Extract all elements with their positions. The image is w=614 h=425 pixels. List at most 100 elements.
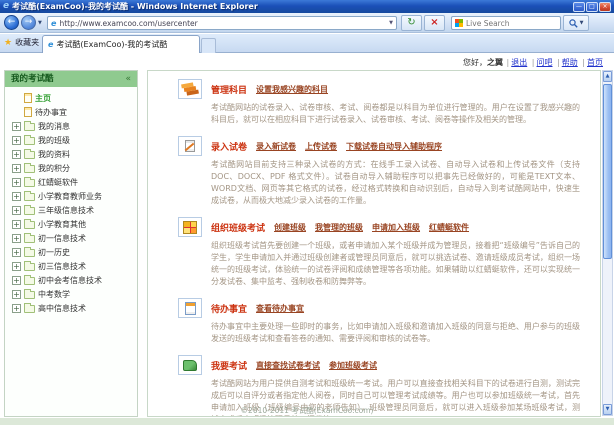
title-bar: e 考试酷(ExamCoo)-我的考试酷 - Windows Internet … xyxy=(0,0,614,13)
sidebar-item[interactable]: + 主页 xyxy=(5,91,137,105)
tree-expander-icon[interactable]: + xyxy=(12,206,21,215)
sidebar-item[interactable]: + 初中会考信息技术 xyxy=(5,273,137,287)
history-dropdown-icon[interactable]: ▼ xyxy=(38,20,42,26)
tree-expander-icon[interactable]: + xyxy=(12,248,21,257)
vertical-scrollbar[interactable]: ▲ ▼ xyxy=(602,70,613,416)
sidebar-item[interactable]: + 初一信息技术 xyxy=(5,231,137,245)
section-description: 考试酷网站的试卷录入、试卷审核、考试、阅卷都是以科目为单位进行管理的。用户在设置… xyxy=(211,102,580,126)
sidebar-item[interactable]: + 我的资料 xyxy=(5,147,137,161)
tree-expander-icon[interactable]: + xyxy=(12,234,21,243)
help-link[interactable]: 帮助 xyxy=(562,58,578,67)
address-bar[interactable]: e ▼ xyxy=(47,16,397,30)
sidebar-item-label: 待办事宜 xyxy=(35,107,67,118)
tree-expander-icon[interactable]: + xyxy=(12,262,21,271)
tree-expander-icon[interactable]: + xyxy=(12,164,21,173)
username: 之翼 xyxy=(487,58,503,67)
section-link[interactable]: 上传试卷 xyxy=(305,141,337,152)
section-icon-box xyxy=(178,136,202,156)
sidebar-item[interactable]: + 小学教育教师业务 xyxy=(5,189,137,203)
section-header: 组织班级考试 创建班级 我管理的班级 申请加入班级 红蜻蜓软件 xyxy=(178,217,586,237)
sidebar-item-label: 初一历史 xyxy=(38,247,70,258)
section-link[interactable]: 申请加入班级 xyxy=(372,222,420,233)
sidebar-item[interactable]: + 中考数学 xyxy=(5,287,137,301)
tree-expander-icon[interactable]: + xyxy=(12,122,21,131)
section-title: 我要考试 xyxy=(211,359,247,372)
sidebar-item[interactable]: + 待办事宜 xyxy=(5,105,137,119)
refresh-button[interactable]: ↻ xyxy=(401,15,422,31)
sidebar-item-label: 高中信息技术 xyxy=(38,303,86,314)
collapse-sidebar-icon[interactable]: « xyxy=(125,71,131,87)
section-icon-box xyxy=(178,355,202,375)
section-link[interactable]: 直接查找试卷考试 xyxy=(256,360,320,371)
sidebar-item[interactable]: + 我的班级 xyxy=(5,133,137,147)
section-link[interactable]: 我管理的班级 xyxy=(315,222,363,233)
folder-icon xyxy=(24,207,35,215)
ie-favicon: e xyxy=(51,19,56,28)
section-link[interactable]: 设置我感兴趣的科目 xyxy=(256,84,328,95)
class-grid-icon xyxy=(183,221,197,234)
tree-expander-icon[interactable]: + xyxy=(12,192,21,201)
sidebar-item[interactable]: + 初三信息技术 xyxy=(5,259,137,273)
tree-expander-icon[interactable]: + xyxy=(12,290,21,299)
sidebar-item[interactable]: + 高中信息技术 xyxy=(5,301,137,315)
search-button[interactable]: ▼ xyxy=(563,15,589,31)
greeting-text: 您好， xyxy=(463,58,487,67)
tab-examcoo[interactable]: e 考试酷(ExamCoo)-我的考试酷 xyxy=(42,35,200,53)
section-link[interactable]: 红蜻蜓软件 xyxy=(429,222,469,233)
sidebar-item[interactable]: + 三年级信息技术 xyxy=(5,203,137,217)
sidebar-item-label: 我的积分 xyxy=(38,163,70,174)
section-description: 组织班级考试首先要创建一个班级，或者申请加入某个班级并成为管理员，接着把“班级编… xyxy=(211,240,580,288)
back-button[interactable]: ← xyxy=(4,15,19,30)
scrollbar-thumb[interactable] xyxy=(603,84,612,259)
section: 组织班级考试 创建班级 我管理的班级 申请加入班级 红蜻蜓软件 组织班级考试首先… xyxy=(178,217,586,288)
logout-link[interactable]: 退出 xyxy=(511,58,527,67)
forward-button[interactable]: → xyxy=(21,15,36,30)
favorites-button[interactable]: ★ 收藏夹 xyxy=(4,37,39,48)
section-title: 录入试卷 xyxy=(211,140,247,153)
tree-expander-icon[interactable]: + xyxy=(12,136,21,145)
ie-logo-icon: e xyxy=(3,1,9,12)
sidebar-item[interactable]: + 红蜻蜓软件 xyxy=(5,175,137,189)
section-link[interactable]: 创建班级 xyxy=(274,222,306,233)
search-input[interactable] xyxy=(466,19,563,28)
sidebar-item[interactable]: + 我的消息 xyxy=(5,119,137,133)
folder-icon xyxy=(24,221,35,229)
folder-icon xyxy=(24,123,35,131)
folder-icon xyxy=(24,165,35,173)
copyright-footer: ©2010-2011 考试酷(ExamCoo.com) xyxy=(0,405,614,416)
tree-expander-icon[interactable]: + xyxy=(12,150,21,159)
sidebar-item[interactable]: + 小学教育其他 xyxy=(5,217,137,231)
tree-expander-icon[interactable]: + xyxy=(12,276,21,285)
folder-icon xyxy=(24,235,35,243)
tree-expander-icon[interactable]: + xyxy=(12,304,21,313)
close-button[interactable]: × xyxy=(599,2,611,12)
address-dropdown-icon[interactable]: ▼ xyxy=(389,20,393,26)
section-title: 管理科目 xyxy=(211,83,247,96)
tree-expander-icon[interactable]: + xyxy=(12,220,21,229)
search-dropdown-icon[interactable]: ▼ xyxy=(580,20,584,26)
minimize-button[interactable]: — xyxy=(573,2,585,12)
section-header: 我要考试 直接查找试卷考试 参加班级考试 xyxy=(178,355,586,375)
sidebar-tree: + 主页 + 待办事宜 + xyxy=(5,87,137,315)
qa-link[interactable]: 问吧 xyxy=(537,58,553,67)
url-input[interactable] xyxy=(59,19,386,28)
section-link[interactable]: 下载试卷自动导入辅助程序 xyxy=(346,141,442,152)
page-content: 您好，之翼 |退出 |问吧 |帮助 |首页 我的考试酷 « + 主页 xyxy=(0,53,614,425)
exam-book-icon xyxy=(183,360,197,371)
bottom-strip xyxy=(0,418,614,425)
section-link[interactable]: 查看待办事宜 xyxy=(256,303,304,314)
sidebar-item[interactable]: + 我的积分 xyxy=(5,161,137,175)
new-tab-stub[interactable] xyxy=(201,38,216,53)
folder-icon xyxy=(24,151,35,159)
stop-button[interactable]: × xyxy=(424,15,445,31)
folder-icon xyxy=(24,263,35,271)
section-link[interactable]: 参加班级考试 xyxy=(329,360,377,371)
search-box[interactable] xyxy=(451,16,561,30)
tree-expander-icon[interactable]: + xyxy=(12,178,21,187)
scroll-up-icon[interactable]: ▲ xyxy=(603,71,612,82)
sidebar-item[interactable]: + 初一历史 xyxy=(5,245,137,259)
home-link[interactable]: 首页 xyxy=(587,58,603,67)
section-link[interactable]: 录入新试卷 xyxy=(256,141,296,152)
maximize-button[interactable]: □ xyxy=(586,2,598,12)
section-header: 待办事宜 查看待办事宜 xyxy=(178,298,586,318)
